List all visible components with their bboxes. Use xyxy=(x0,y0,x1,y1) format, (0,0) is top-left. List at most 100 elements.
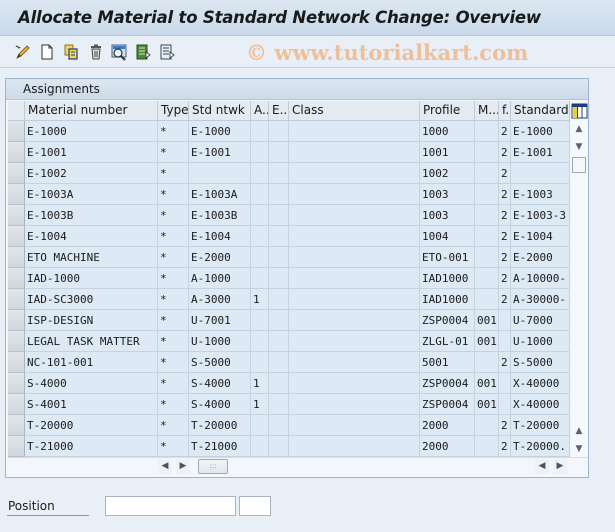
cell-f[interactable]: 2 xyxy=(499,268,511,289)
cell-material-number[interactable]: T-20000 xyxy=(25,415,158,436)
cell-material-number[interactable]: E-1001 xyxy=(25,142,158,163)
cell-standard[interactable]: E-1004 xyxy=(511,226,570,247)
cell-a[interactable] xyxy=(251,205,269,226)
cell-f[interactable]: 2 xyxy=(499,121,511,142)
cell-a[interactable] xyxy=(251,352,269,373)
cell-standard[interactable]: U-7000 xyxy=(511,310,570,331)
cell-standard[interactable]: T-20000. xyxy=(511,436,570,457)
cell-type[interactable]: * xyxy=(158,205,189,226)
cell-m[interactable] xyxy=(475,268,499,289)
cell-profile[interactable]: 1004 xyxy=(420,226,475,247)
horizontal-scroll-thumb[interactable]: ::: xyxy=(198,459,228,474)
cell-e[interactable] xyxy=(269,436,289,457)
cell-e[interactable] xyxy=(269,226,289,247)
row-selector[interactable] xyxy=(8,331,25,352)
cell-material-number[interactable]: T-21000 xyxy=(25,436,158,457)
cell-standard[interactable]: A-30000- xyxy=(511,289,570,310)
cell-profile[interactable]: IAD1000 xyxy=(420,289,475,310)
cell-m[interactable] xyxy=(475,415,499,436)
cell-e[interactable] xyxy=(269,142,289,163)
cell-type[interactable]: * xyxy=(158,163,189,184)
cell-type[interactable]: * xyxy=(158,310,189,331)
cell-profile[interactable]: ZSP0004 xyxy=(420,373,475,394)
cell-type[interactable]: * xyxy=(158,352,189,373)
cell-type[interactable]: * xyxy=(158,226,189,247)
scroll-page-up-icon[interactable]: ▲ xyxy=(571,423,587,439)
cell-std-network[interactable]: S-4000 xyxy=(189,394,251,415)
cell-a[interactable] xyxy=(251,415,269,436)
cell-f[interactable]: 2 xyxy=(499,436,511,457)
scroll-page-down-icon[interactable]: ▼ xyxy=(571,441,587,457)
cell-profile[interactable]: 1000 xyxy=(420,121,475,142)
cell-a[interactable] xyxy=(251,247,269,268)
select-all-icon[interactable] xyxy=(110,43,128,61)
position-field-2[interactable] xyxy=(239,496,271,516)
scroll-up-icon[interactable]: ▲ xyxy=(571,121,587,137)
cell-f[interactable] xyxy=(499,373,511,394)
cell-a[interactable]: 1 xyxy=(251,394,269,415)
cell-a[interactable]: 1 xyxy=(251,289,269,310)
cell-class[interactable] xyxy=(289,184,420,205)
cell-std-network[interactable]: A-3000 xyxy=(189,289,251,310)
row-selector[interactable] xyxy=(8,310,25,331)
cell-type[interactable]: * xyxy=(158,436,189,457)
cell-type[interactable]: * xyxy=(158,184,189,205)
cell-m[interactable]: 001 xyxy=(475,373,499,394)
cell-a[interactable] xyxy=(251,226,269,247)
row-selector[interactable] xyxy=(8,415,25,436)
cell-f[interactable] xyxy=(499,331,511,352)
scroll-right-icon[interactable]: ▶ xyxy=(176,459,190,474)
cell-material-number[interactable]: E-1004 xyxy=(25,226,158,247)
cell-class[interactable] xyxy=(289,247,420,268)
cell-m[interactable] xyxy=(475,247,499,268)
cell-std-network[interactable]: T-21000 xyxy=(189,436,251,457)
column-header-std-network[interactable]: Std ntwk xyxy=(189,101,251,121)
cell-material-number[interactable]: IAD-1000 xyxy=(25,268,158,289)
column-header-m[interactable]: M... xyxy=(475,101,499,121)
cell-material-number[interactable]: E-1003B xyxy=(25,205,158,226)
row-selector[interactable] xyxy=(8,163,25,184)
cell-std-network[interactable]: U-7001 xyxy=(189,310,251,331)
cell-e[interactable] xyxy=(269,310,289,331)
column-header-class[interactable]: Class xyxy=(289,101,420,121)
cell-profile[interactable]: 2000 xyxy=(420,415,475,436)
cell-profile[interactable]: ZSP0004 xyxy=(420,310,475,331)
cell-material-number[interactable]: E-1003A xyxy=(25,184,158,205)
cell-class[interactable] xyxy=(289,121,420,142)
cell-std-network[interactable]: U-1000 xyxy=(189,331,251,352)
cell-type[interactable]: * xyxy=(158,331,189,352)
cell-profile[interactable]: 1001 xyxy=(420,142,475,163)
cell-std-network[interactable]: S-5000 xyxy=(189,352,251,373)
cell-a[interactable] xyxy=(251,163,269,184)
cell-f[interactable]: 2 xyxy=(499,352,511,373)
cell-e[interactable] xyxy=(269,373,289,394)
row-selector[interactable] xyxy=(8,436,25,457)
cell-a[interactable] xyxy=(251,436,269,457)
cell-profile[interactable]: 1003 xyxy=(420,184,475,205)
cell-std-network[interactable]: E-1000 xyxy=(189,121,251,142)
cell-a[interactable] xyxy=(251,142,269,163)
cell-standard[interactable]: E-2000 xyxy=(511,247,570,268)
cell-class[interactable] xyxy=(289,331,420,352)
cell-m[interactable] xyxy=(475,289,499,310)
cell-standard[interactable]: E-1003 xyxy=(511,184,570,205)
cell-class[interactable] xyxy=(289,289,420,310)
vertical-scroll-thumb[interactable] xyxy=(572,157,586,173)
cell-e[interactable] xyxy=(269,205,289,226)
cell-profile[interactable]: ZLGL-01 xyxy=(420,331,475,352)
row-selector[interactable] xyxy=(8,373,25,394)
cell-standard[interactable]: E-1000 xyxy=(511,121,570,142)
cell-std-network[interactable]: E-2000 xyxy=(189,247,251,268)
cell-a[interactable] xyxy=(251,184,269,205)
display-change-icon[interactable] xyxy=(14,43,32,61)
cell-e[interactable] xyxy=(269,394,289,415)
row-selector[interactable] xyxy=(8,142,25,163)
cell-m[interactable]: 001 xyxy=(475,394,499,415)
column-header-material-number[interactable]: Material number xyxy=(25,101,158,121)
cell-std-network[interactable]: E-1001 xyxy=(189,142,251,163)
cell-f[interactable]: 2 xyxy=(499,142,511,163)
cell-m[interactable] xyxy=(475,142,499,163)
scroll-left-end-icon[interactable]: ◀ xyxy=(535,459,549,474)
cell-standard[interactable]: A-10000- xyxy=(511,268,570,289)
cell-class[interactable] xyxy=(289,268,420,289)
